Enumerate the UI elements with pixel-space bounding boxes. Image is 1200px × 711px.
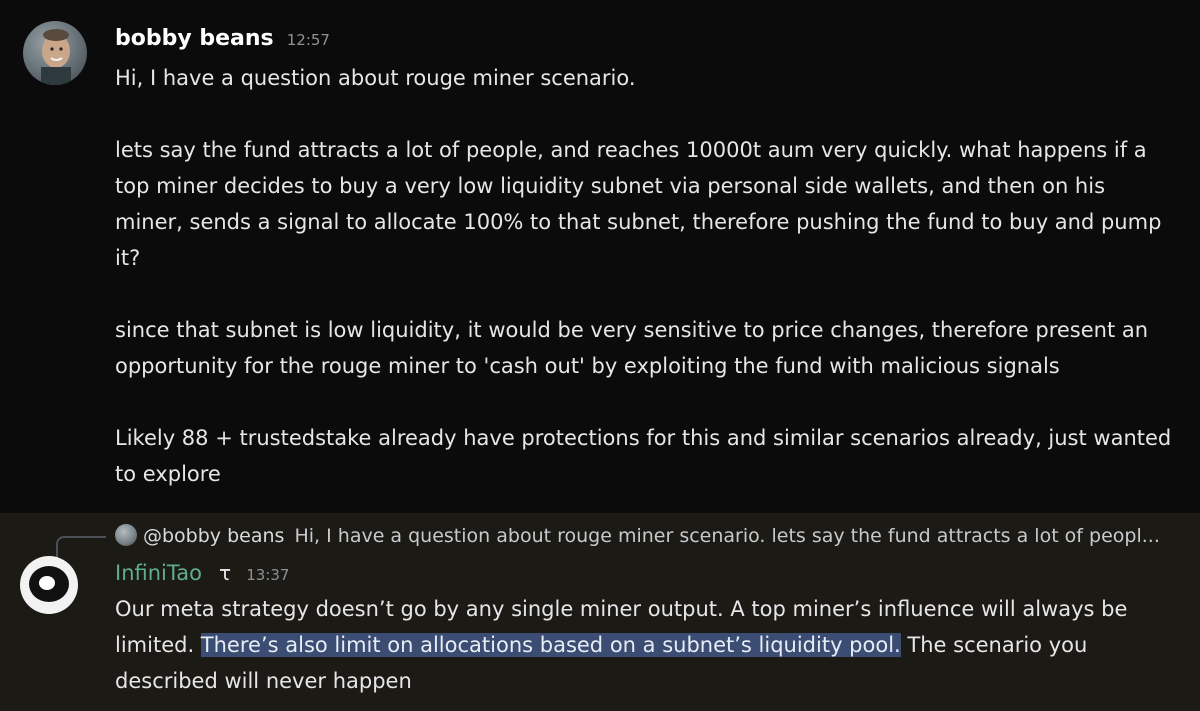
timestamp[interactable]: 13:37 bbox=[246, 566, 289, 584]
user-photo-icon bbox=[41, 29, 71, 85]
timestamp[interactable]: 12:57 bbox=[287, 31, 330, 49]
message-paragraph: since that subnet is low liquidity, it w… bbox=[115, 318, 1149, 378]
chat-page: bobby beans 12:57 Hi, I have a question … bbox=[0, 0, 1200, 711]
message-paragraph: Hi, I have a question about rouge miner … bbox=[115, 66, 636, 90]
message-paragraph: Likely 88 + trustedstake already have pr… bbox=[115, 426, 1172, 486]
message-header: bobby beans 12:57 bbox=[115, 26, 330, 51]
avatar[interactable] bbox=[20, 556, 78, 614]
reply-author[interactable]: @bobby beans bbox=[143, 525, 284, 547]
message-body: Hi, I have a question about rouge miner … bbox=[115, 60, 1175, 492]
logo-hole bbox=[39, 576, 55, 590]
reply-connector bbox=[56, 536, 106, 558]
author-name[interactable]: InfiniTao bbox=[115, 561, 202, 585]
message-header: InfiniTao τ 13:37 bbox=[115, 561, 289, 585]
message-infinitao: @bobby beans Hi, I have a question about… bbox=[0, 513, 1200, 711]
tao-tag-icon: τ bbox=[219, 561, 232, 585]
reply-avatar bbox=[115, 524, 137, 546]
highlighted-text-selection: There’s also limit on allocations based … bbox=[200, 633, 901, 657]
author-name[interactable]: bobby beans bbox=[115, 26, 274, 51]
avatar[interactable] bbox=[23, 21, 87, 85]
message-body: Our meta strategy doesn’t go by any sing… bbox=[115, 591, 1185, 699]
reply-reference[interactable]: @bobby beans Hi, I have a question about… bbox=[115, 523, 1160, 549]
message-bobby-beans: bobby beans 12:57 Hi, I have a question … bbox=[0, 0, 1200, 513]
reply-preview-text[interactable]: Hi, I have a question about rouge miner … bbox=[294, 525, 1159, 547]
message-paragraph: lets say the fund attracts a lot of peop… bbox=[115, 138, 1162, 270]
